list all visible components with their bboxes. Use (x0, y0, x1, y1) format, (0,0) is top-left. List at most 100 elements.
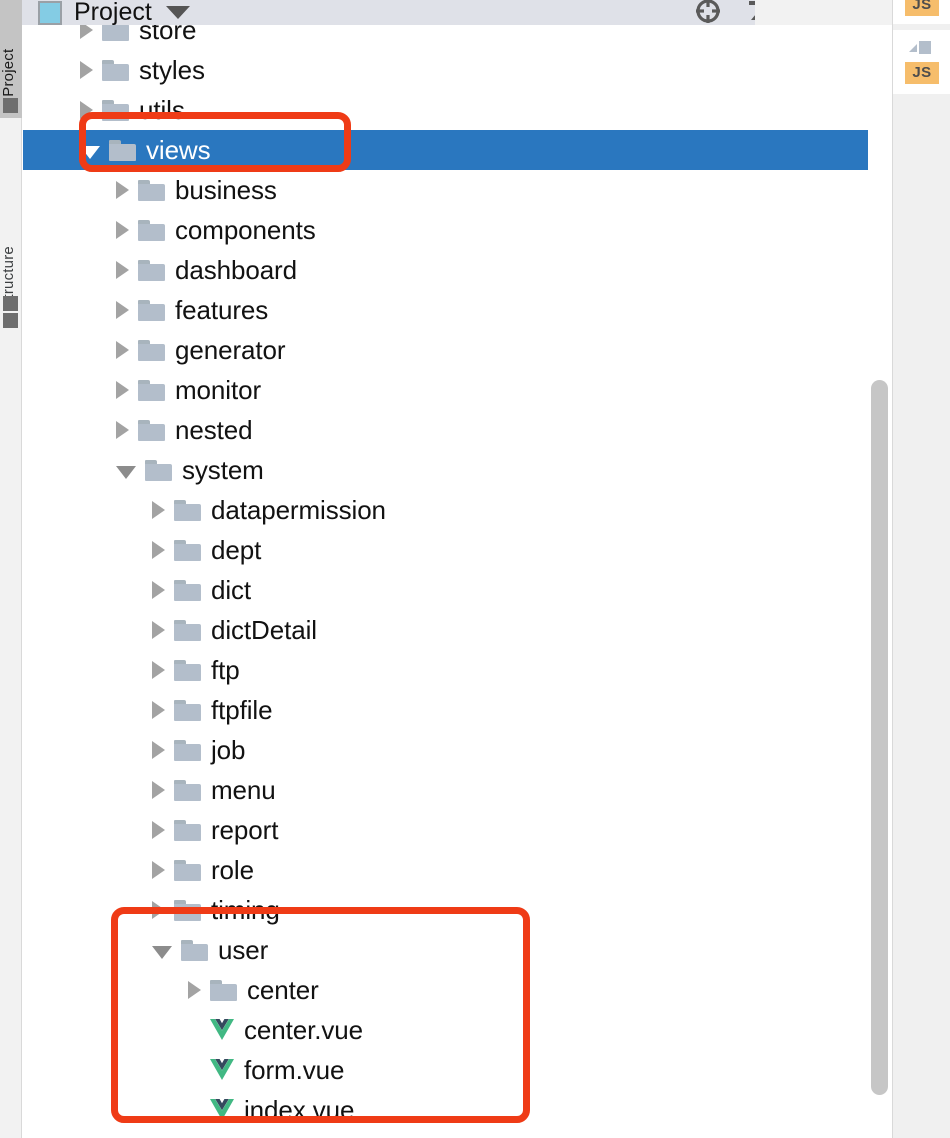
vertical-scrollbar-track[interactable] (868, 25, 892, 1138)
tree-row-label: store (139, 25, 197, 45)
tree-row[interactable]: utils (23, 90, 868, 130)
tree-row[interactable]: features (23, 290, 868, 330)
tree-row[interactable]: system (23, 450, 868, 490)
tree-row[interactable]: components (23, 210, 868, 250)
chevron-right-icon[interactable] (152, 781, 165, 799)
chevron-right-icon[interactable] (152, 701, 165, 719)
tree-row[interactable]: report (23, 810, 868, 850)
tree-row[interactable]: form.vue (23, 1050, 868, 1090)
tree-row[interactable]: dictDetail (23, 610, 868, 650)
tree-row[interactable]: styles (23, 50, 868, 90)
tree-row-label: center (247, 975, 319, 1005)
collapse-all-button[interactable] (734, 0, 755, 25)
tree-row[interactable]: index.vue (23, 1090, 868, 1130)
project-tool-window: 1: Project 2: Structure Project store st… (0, 0, 950, 1138)
folder-icon (174, 899, 201, 921)
tree-row-label: ftp (211, 655, 240, 685)
tree-row[interactable]: datapermission (23, 490, 868, 530)
tree-row[interactable]: center (23, 970, 868, 1010)
tree-row-label: user (218, 935, 269, 965)
chevron-down-icon[interactable] (80, 145, 100, 159)
vue-file-icon (210, 1099, 234, 1121)
tree-row[interactable]: role (23, 850, 868, 890)
tree-row-label: dict (211, 575, 252, 605)
folder-icon (138, 299, 165, 321)
tree-row[interactable] (23, 1130, 868, 1138)
tree-row[interactable]: dict (23, 570, 868, 610)
chevron-right-icon[interactable] (116, 421, 129, 439)
tree-row-label: role (211, 855, 254, 885)
js-file-tab-1[interactable]: JS (893, 0, 950, 24)
tree-row-label: features (175, 295, 269, 325)
chevron-right-icon[interactable] (80, 101, 93, 119)
chevron-right-icon[interactable] (152, 821, 165, 839)
project-tab-icon (3, 98, 18, 113)
tree-row[interactable]: dept (23, 530, 868, 570)
chevron-right-icon[interactable] (152, 901, 165, 919)
chevron-right-icon[interactable] (152, 741, 165, 759)
tree-row-label: index.vue (244, 1095, 355, 1125)
chevron-right-icon[interactable] (116, 181, 129, 199)
vertical-scrollbar-thumb[interactable] (871, 380, 888, 1095)
tree-row[interactable]: generator (23, 330, 868, 370)
tree-row[interactable]: ftp (23, 650, 868, 690)
tree-row[interactable]: dashboard (23, 250, 868, 290)
chevron-right-icon[interactable] (188, 981, 201, 999)
folder-icon (138, 379, 165, 401)
tree-row-label: ftpfile (211, 695, 273, 725)
tree-toggle-placeholder (188, 1070, 201, 1071)
folder-icon (174, 579, 201, 601)
chevron-right-icon[interactable] (116, 341, 129, 359)
tree-row-label: system (182, 455, 264, 485)
folder-icon (138, 259, 165, 281)
tree-row[interactable]: business (23, 170, 868, 210)
tree-toggle-placeholder (188, 1110, 201, 1111)
tree-row-label: generator (175, 335, 286, 365)
folder-icon (138, 339, 165, 361)
chevron-right-icon[interactable] (80, 25, 93, 39)
tree-row-label: report (211, 815, 279, 845)
tree-row-label: business (175, 175, 277, 205)
tree-row[interactable]: timing (23, 890, 868, 930)
tree-row[interactable]: job (23, 730, 868, 770)
folder-icon (174, 779, 201, 801)
tree-row-label: dictDetail (211, 615, 317, 645)
tree-row[interactable]: views (23, 130, 868, 170)
js-file-tab-2[interactable]: JS (893, 30, 950, 94)
chevron-right-icon[interactable] (116, 381, 129, 399)
tree-row[interactable]: store (23, 25, 868, 50)
chevron-down-icon[interactable] (165, 6, 190, 19)
folder-icon (102, 99, 129, 121)
tree-row[interactable]: menu (23, 770, 868, 810)
chevron-right-icon[interactable] (152, 501, 165, 519)
project-tree[interactable]: store styles utils views business components d… (23, 25, 868, 1138)
tree-row[interactable]: ftpfile (23, 690, 868, 730)
locate-in-tree-button[interactable] (682, 0, 734, 25)
folder-icon (138, 219, 165, 241)
tree-toggle-placeholder (188, 1030, 201, 1031)
chevron-right-icon[interactable] (152, 861, 165, 879)
tree-row-label: form.vue (244, 1055, 345, 1085)
tree-row[interactable]: monitor (23, 370, 868, 410)
chevron-right-icon[interactable] (152, 661, 165, 679)
chevron-right-icon[interactable] (116, 221, 129, 239)
chevron-right-icon[interactable] (152, 581, 165, 599)
tree-row-label: menu (211, 775, 276, 805)
chevron-right-icon[interactable] (80, 61, 93, 79)
chevron-right-icon[interactable] (152, 621, 165, 639)
chevron-right-icon[interactable] (116, 301, 129, 319)
chevron-down-icon[interactable] (116, 465, 136, 479)
tree-row-label: datapermission (211, 495, 386, 525)
chevron-right-icon[interactable] (116, 261, 129, 279)
tree-row-label: monitor (175, 375, 261, 405)
chevron-right-icon[interactable] (152, 541, 165, 559)
tree-row[interactable]: user (23, 930, 868, 970)
panel-header: Project (22, 0, 755, 25)
folder-icon (174, 539, 201, 561)
tree-row[interactable]: nested (23, 410, 868, 450)
tree-row-label: timing (211, 895, 280, 925)
tree-row-label: nested (175, 415, 253, 445)
folder-icon (181, 939, 208, 961)
tree-row[interactable]: center.vue (23, 1010, 868, 1050)
chevron-down-icon[interactable] (152, 945, 172, 959)
